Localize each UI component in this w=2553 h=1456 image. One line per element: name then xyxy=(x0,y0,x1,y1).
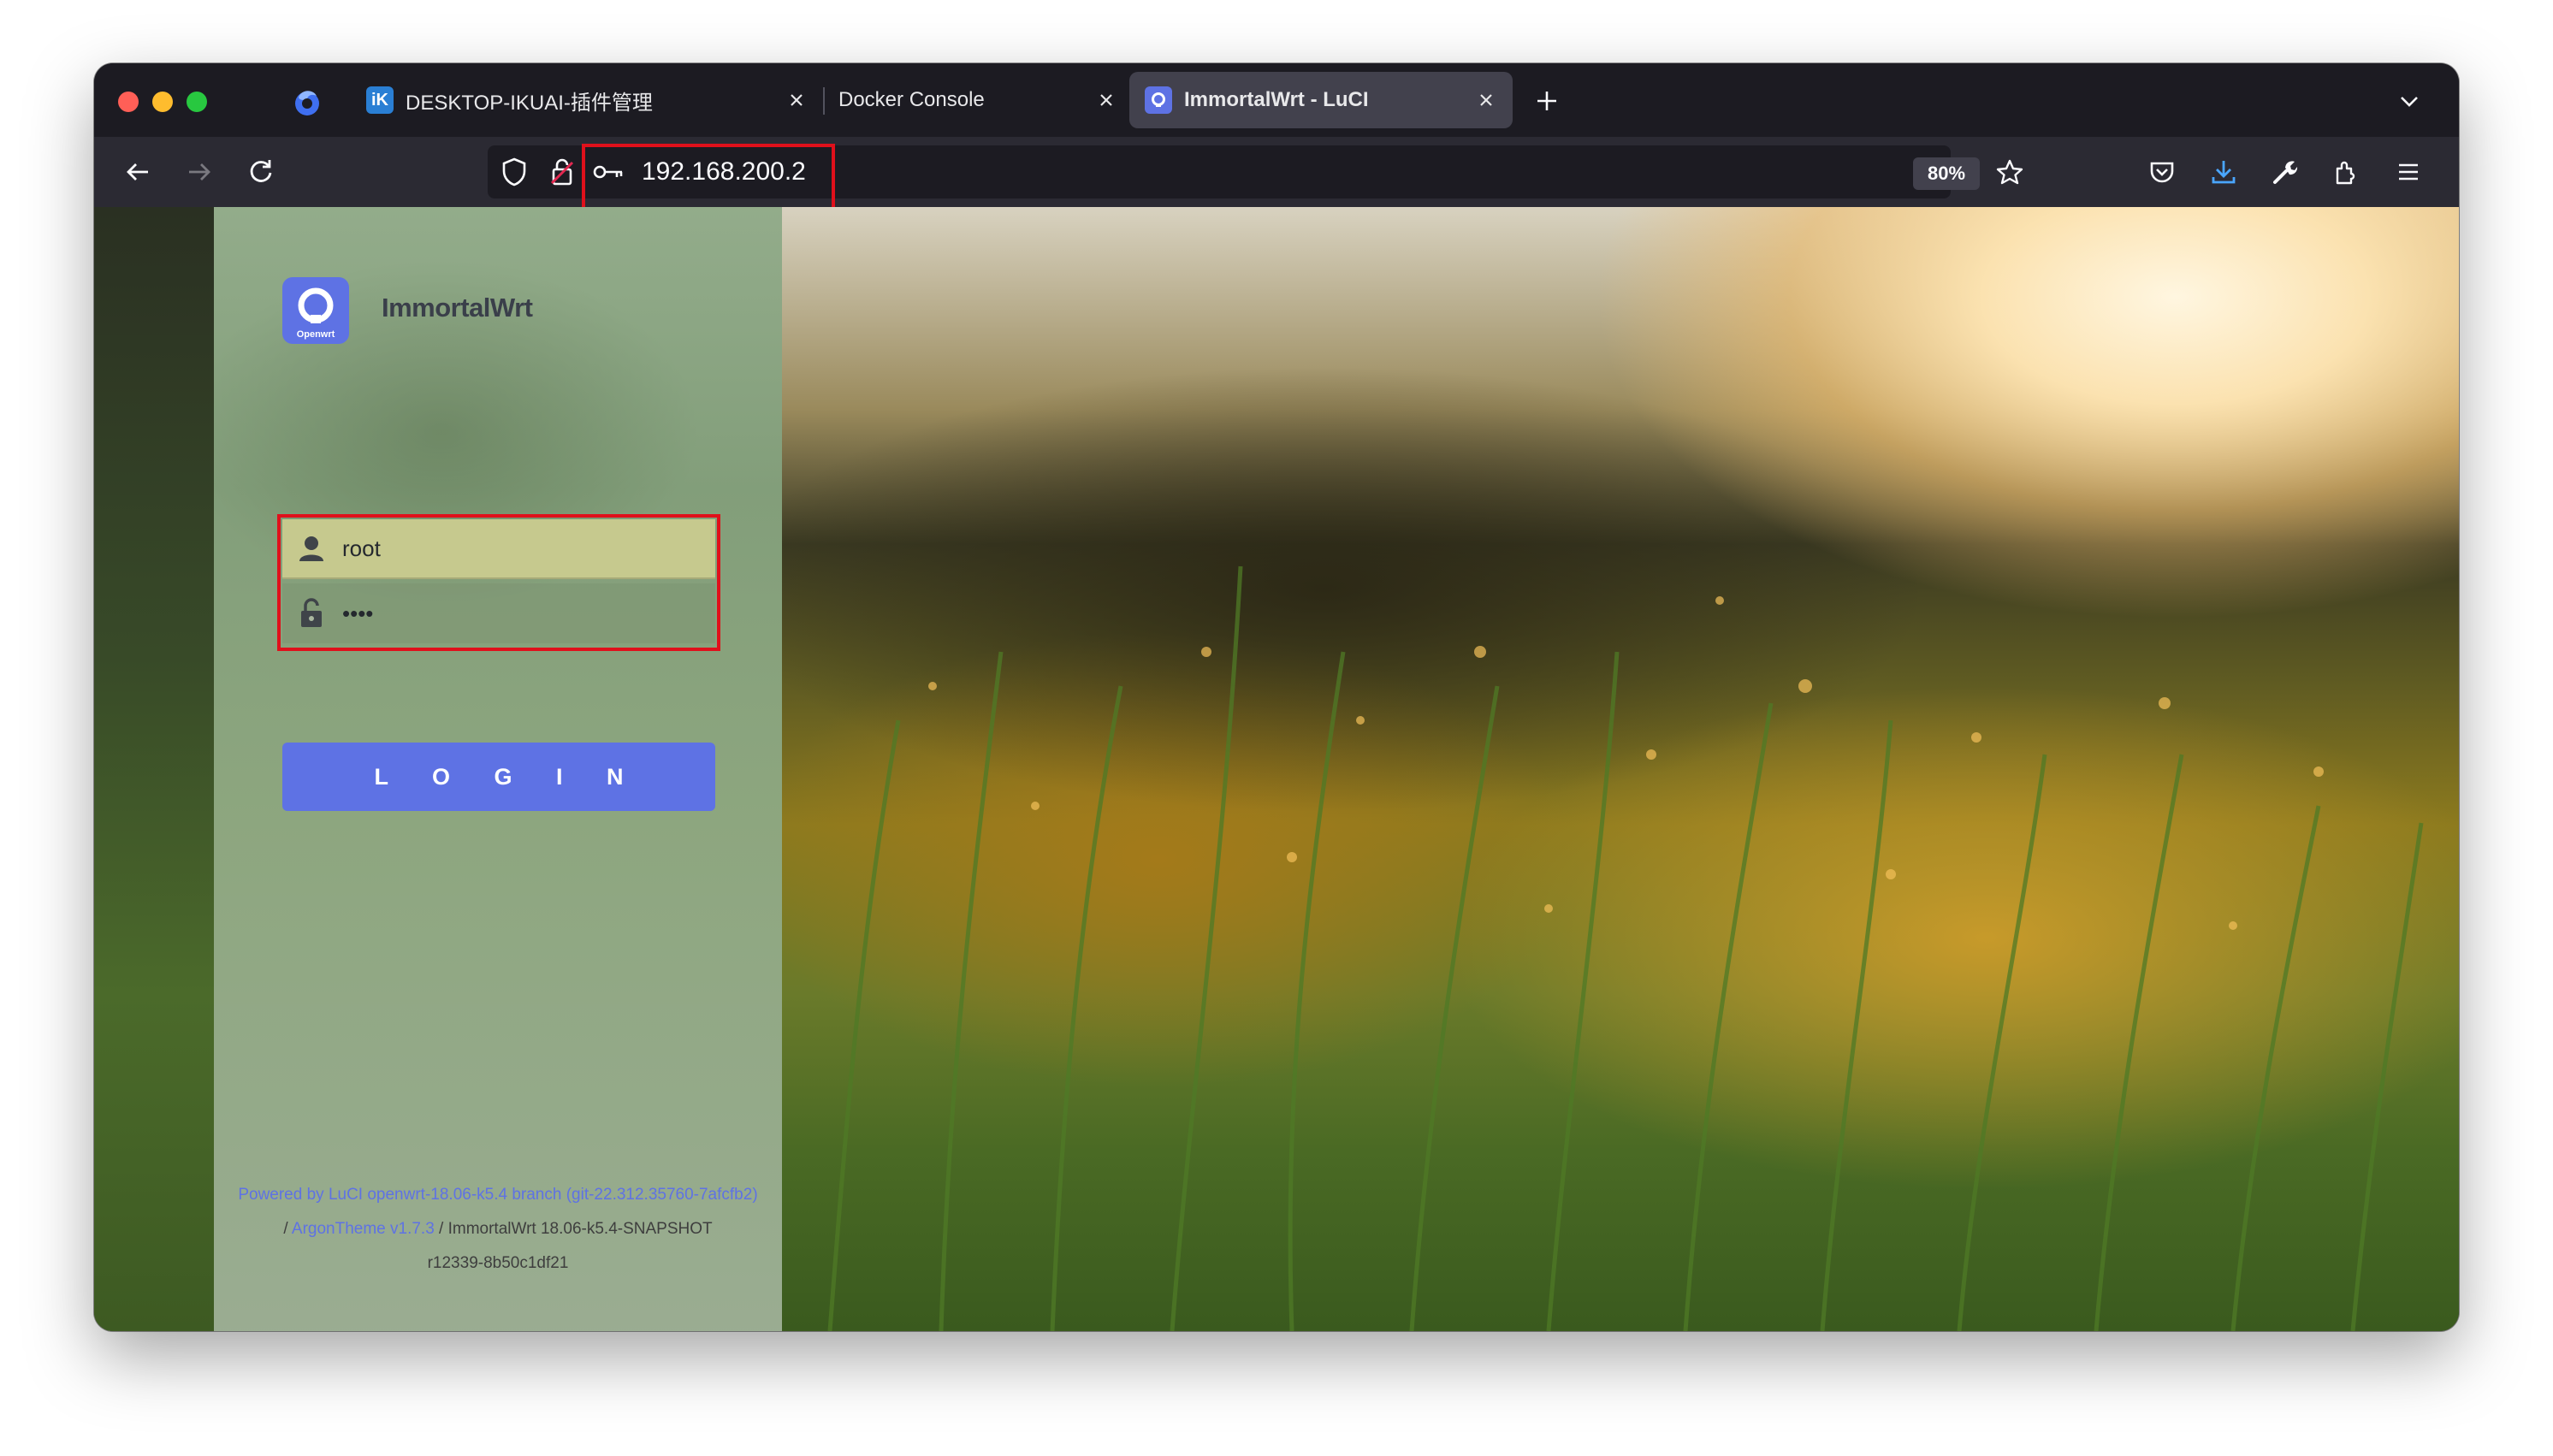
extensions-icon[interactable] xyxy=(2329,154,2365,190)
close-window-button[interactable] xyxy=(118,92,139,112)
shield-icon[interactable] xyxy=(496,154,532,190)
background-left-strip xyxy=(94,207,214,1331)
openwrt-logo: Openwrt xyxy=(282,277,349,344)
back-button[interactable] xyxy=(120,154,156,190)
insecure-lock-icon[interactable] xyxy=(544,154,580,190)
footer-theme-line: / ArgonTheme v1.7.3 / ImmortalWrt 18.06-… xyxy=(214,1220,782,1239)
logo-caption: Openwrt xyxy=(297,329,335,340)
downloads-icon[interactable] xyxy=(2206,154,2242,190)
list-all-tabs-icon[interactable] xyxy=(2394,86,2425,116)
tab-title: ImmortalWrt - LuCI xyxy=(1184,88,1369,111)
openwrt-icon xyxy=(1145,86,1172,114)
address-highlight-box xyxy=(582,144,835,212)
bookmark-star-icon[interactable] xyxy=(1992,154,2028,190)
login-panel: Openwrt ImmortalWrt L O G I N Powered by xyxy=(214,207,782,1331)
close-icon[interactable] xyxy=(1475,89,1497,111)
firefox-view-icon[interactable] xyxy=(291,86,323,118)
close-icon[interactable] xyxy=(785,89,808,111)
hamburger-menu-icon[interactable] xyxy=(2390,154,2426,190)
forward-button[interactable] xyxy=(181,154,217,190)
tab-immortalwrt[interactable]: ImmortalWrt - LuCI xyxy=(1129,72,1513,128)
credentials-highlight-box xyxy=(277,514,720,651)
close-icon[interactable] xyxy=(1095,89,1117,111)
zoom-level-button[interactable]: 80% xyxy=(1913,157,1980,190)
footer-firmware: / ImmortalWrt 18.06-k5.4-SNAPSHOT xyxy=(434,1220,713,1238)
zoom-window-button[interactable] xyxy=(187,92,207,112)
minimize-window-button[interactable] xyxy=(152,92,173,112)
argon-theme-link[interactable]: ArgonTheme v1.7.3 xyxy=(292,1220,435,1238)
luci-login-page: Openwrt ImmortalWrt L O G I N Powered by xyxy=(94,207,2459,1331)
login-button[interactable]: L O G I N xyxy=(282,743,715,811)
browser-window: iK DESKTOP-IKUAI-插件管理 Docker Console Imm… xyxy=(94,63,2459,1331)
footer-revision: r12339-8b50c1df21 xyxy=(427,1254,569,1272)
luci-link[interactable]: Powered by LuCI openwrt-18.06-k5.4 branc… xyxy=(238,1186,757,1204)
reload-button[interactable] xyxy=(243,154,279,190)
tab-title: Docker Console xyxy=(838,88,985,111)
footer-powered-by: Powered by LuCI openwrt-18.06-k5.4 branc… xyxy=(214,1186,782,1204)
ikuai-icon: iK xyxy=(366,86,394,114)
tab-strip: iK DESKTOP-IKUAI-插件管理 Docker Console Imm… xyxy=(94,63,2459,137)
footer-theme-prefix: / xyxy=(283,1220,292,1238)
brand-name: ImmortalWrt xyxy=(382,293,533,323)
wrench-icon[interactable] xyxy=(2267,154,2303,190)
tab-title: DESKTOP-IKUAI-插件管理 xyxy=(406,91,653,115)
pocket-icon[interactable] xyxy=(2144,154,2180,190)
navigation-toolbar: 192.168.200.2 80% xyxy=(94,137,2459,207)
tab-ikuai[interactable]: iK DESKTOP-IKUAI-插件管理 xyxy=(351,72,823,128)
new-tab-button[interactable] xyxy=(1531,86,1562,116)
